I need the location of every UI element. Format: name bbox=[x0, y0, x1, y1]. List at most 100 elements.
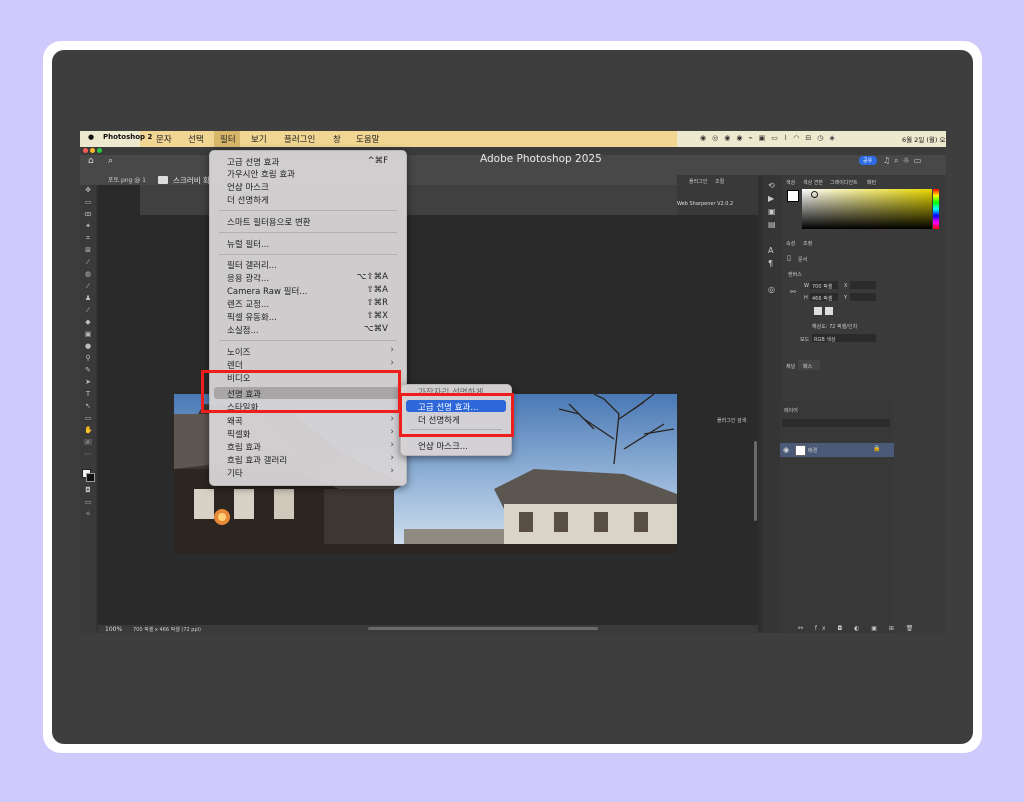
direct-selection-tool-icon[interactable]: ↖ bbox=[84, 403, 92, 410]
channels-tab[interactable]: 채널 bbox=[786, 363, 795, 370]
gradient-tool-icon[interactable]: ▣ bbox=[84, 331, 92, 338]
gradients-tab[interactable]: 그레이디언트 bbox=[830, 179, 858, 186]
horizontal-scroll-thumb[interactable] bbox=[368, 627, 598, 630]
mode-value: RGB 색상 bbox=[814, 337, 836, 343]
zoom-tool-icon[interactable]: ⌕ bbox=[108, 156, 113, 166]
blur-tool-icon[interactable]: ● bbox=[84, 343, 92, 350]
plugin-tab[interactable]: 플러그인 bbox=[689, 178, 707, 185]
layer-filter-field[interactable] bbox=[782, 419, 890, 427]
menu-plugins[interactable]: 플러그인 bbox=[284, 133, 315, 145]
menu-item-pixelate[interactable]: 픽셀화 bbox=[227, 428, 250, 440]
eraser-tool-icon[interactable]: ◆ bbox=[84, 319, 92, 326]
swatches-tab[interactable]: 색상 견본 bbox=[803, 179, 823, 186]
layers-footer-icons[interactable]: ⚯ fx ◘ ◐ ▣ ⊞ 🗑 bbox=[798, 625, 918, 632]
menu-separator bbox=[219, 254, 397, 255]
menu-shortcut-last-filter: ^⌘F bbox=[367, 156, 388, 166]
stamp-tool-icon[interactable]: ♟ bbox=[84, 295, 92, 302]
pen-tool-icon[interactable]: ✎ bbox=[84, 367, 92, 374]
apple-icon[interactable]: ● bbox=[88, 133, 94, 141]
eyedropper-tool-icon[interactable]: ⁄ bbox=[84, 259, 92, 266]
screen-mode-icon[interactable]: ▭ bbox=[84, 499, 92, 506]
topbar-icons[interactable]: ♫⌕☼▭ bbox=[883, 156, 925, 166]
landscape-icon[interactable] bbox=[825, 307, 833, 315]
adjust-tab[interactable]: 조절 bbox=[715, 178, 724, 185]
patterns-tab[interactable]: 패턴 bbox=[867, 179, 876, 186]
y-label: Y bbox=[844, 295, 848, 301]
hand-tool-icon[interactable]: ✋ bbox=[84, 427, 93, 434]
menu-item-distort[interactable]: 왜곡 bbox=[227, 415, 243, 427]
more-tools-icon[interactable]: ⋯ bbox=[84, 451, 92, 458]
menu-item-smart-sharpen-last[interactable]: 고급 선명 효과 bbox=[227, 156, 279, 168]
move-tool-icon[interactable]: ✥ bbox=[84, 187, 92, 194]
menu-view[interactable]: 보기 bbox=[251, 133, 267, 145]
minimize-window-icon[interactable] bbox=[90, 148, 95, 153]
menu-item-adaptive-wide-angle[interactable]: 응용 광각... bbox=[227, 272, 269, 284]
properties-tab[interactable]: 속성 bbox=[786, 240, 795, 247]
shape-tool-icon[interactable]: ▭ bbox=[84, 415, 92, 422]
menu-item-blur-gallery[interactable]: 흐림 효과 갤러리 bbox=[227, 454, 287, 466]
y-field[interactable] bbox=[850, 293, 876, 301]
menu-item-unsharp-mask[interactable]: 언샵 마스크 bbox=[227, 181, 269, 193]
menu-item-liquify[interactable]: 픽셀 유동화... bbox=[227, 311, 277, 323]
menu-select[interactable]: 선택 bbox=[188, 133, 204, 145]
scrubby-checkbox[interactable] bbox=[158, 176, 168, 184]
menu-item-gaussian-blur[interactable]: 가우시안 흐림 효과 bbox=[227, 168, 295, 180]
plugin-search[interactable]: 플러그인 검색 bbox=[717, 417, 746, 424]
crop-tool-icon[interactable]: ⌗ bbox=[84, 235, 92, 242]
menu-item-other[interactable]: 기타 bbox=[227, 467, 243, 479]
frame-tool-icon[interactable]: ⊠ bbox=[84, 247, 92, 254]
app-name-menu[interactable]: Photoshop 2 bbox=[103, 133, 152, 141]
paths-tab[interactable]: 패스 bbox=[803, 363, 812, 370]
submenu-item-unsharp-mask[interactable]: 언샵 마스크... bbox=[418, 440, 468, 452]
adjustments-tab[interactable]: 조정 bbox=[803, 240, 812, 247]
menu-type[interactable]: 문자 bbox=[156, 133, 172, 145]
link-icon[interactable]: ⚯ bbox=[790, 288, 796, 296]
menu-shortcut-liquify: ⇧⌘X bbox=[366, 311, 388, 321]
menu-filter[interactable]: 필터 bbox=[220, 133, 236, 145]
menu-item-blur[interactable]: 흐림 효과 bbox=[227, 441, 261, 453]
marquee-tool-icon[interactable]: ▭ bbox=[84, 199, 92, 206]
magic-wand-tool-icon[interactable]: ✦ bbox=[84, 223, 92, 230]
vertical-scroll-thumb[interactable] bbox=[754, 441, 757, 521]
zoom-level[interactable]: 100% bbox=[105, 626, 122, 633]
dodge-tool-icon[interactable]: ⚲ bbox=[84, 355, 92, 362]
color-picker-marker[interactable] bbox=[811, 191, 818, 198]
menu-item-neural-filters[interactable]: 뉴럴 필터... bbox=[227, 238, 269, 250]
zoom-window-icon[interactable] bbox=[97, 148, 102, 153]
home-icon[interactable]: ⌂ bbox=[88, 156, 94, 166]
zoom-tool-icon[interactable]: ⌕ bbox=[84, 439, 92, 446]
document-tab[interactable]: 포토.png @ 1 bbox=[108, 175, 146, 184]
menu-item-filter-gallery[interactable]: 필터 갤러리... bbox=[227, 259, 277, 271]
fg-color-chip[interactable] bbox=[787, 190, 799, 202]
app-title: Adobe Photoshop 2025 bbox=[480, 153, 602, 165]
history-brush-tool-icon[interactable]: ⁄ bbox=[84, 307, 92, 314]
plugin-name[interactable]: Web Sharpener V2.0.2 bbox=[677, 201, 733, 207]
hue-slider[interactable] bbox=[933, 189, 939, 229]
menu-item-lens-correction[interactable]: 렌즈 교정... bbox=[227, 298, 269, 310]
menu-window[interactable]: 창 bbox=[333, 133, 341, 145]
menu-item-vanishing-point[interactable]: 소실점... bbox=[227, 324, 259, 336]
layers-panel bbox=[780, 401, 894, 633]
panel-strip-icons[interactable]: ⟲ ▶ ▣ ▤ A ¶ ◎ bbox=[768, 179, 776, 296]
menu-help[interactable]: 도움말 bbox=[356, 133, 379, 145]
type-tool-icon[interactable]: T bbox=[84, 391, 92, 398]
eye-icon[interactable]: ◉ bbox=[783, 446, 789, 454]
healing-tool-icon[interactable]: ◍ bbox=[84, 271, 92, 278]
menu-item-camera-raw[interactable]: Camera Raw 필터... bbox=[227, 285, 307, 297]
generative-icon[interactable]: ✧ bbox=[84, 511, 92, 518]
lasso-tool-icon[interactable]: ꝏ bbox=[84, 211, 92, 218]
quick-mask-icon[interactable]: ◘ bbox=[84, 487, 92, 494]
color-picker-field[interactable] bbox=[802, 189, 932, 229]
menu-item-convert-smart-filters[interactable]: 스마트 필터용으로 변환 bbox=[227, 216, 311, 228]
path-selection-tool-icon[interactable]: ➤ bbox=[84, 379, 92, 386]
color-tab[interactable]: 색상 bbox=[786, 179, 795, 186]
portrait-icon[interactable] bbox=[814, 307, 822, 315]
background-color-swatch[interactable] bbox=[86, 473, 95, 482]
menu-item-noise[interactable]: 노이즈 bbox=[227, 346, 250, 358]
menu-item-sharpen-more[interactable]: 더 선명하게 bbox=[227, 194, 269, 206]
brush-tool-icon[interactable]: ⁄ bbox=[84, 283, 92, 290]
x-field[interactable] bbox=[850, 281, 876, 289]
close-window-icon[interactable] bbox=[83, 148, 88, 153]
layers-tab[interactable]: 레이어 bbox=[784, 407, 798, 414]
menu-shortcut-adaptive-wide-angle: ⌥⇧⌘A bbox=[356, 272, 388, 282]
